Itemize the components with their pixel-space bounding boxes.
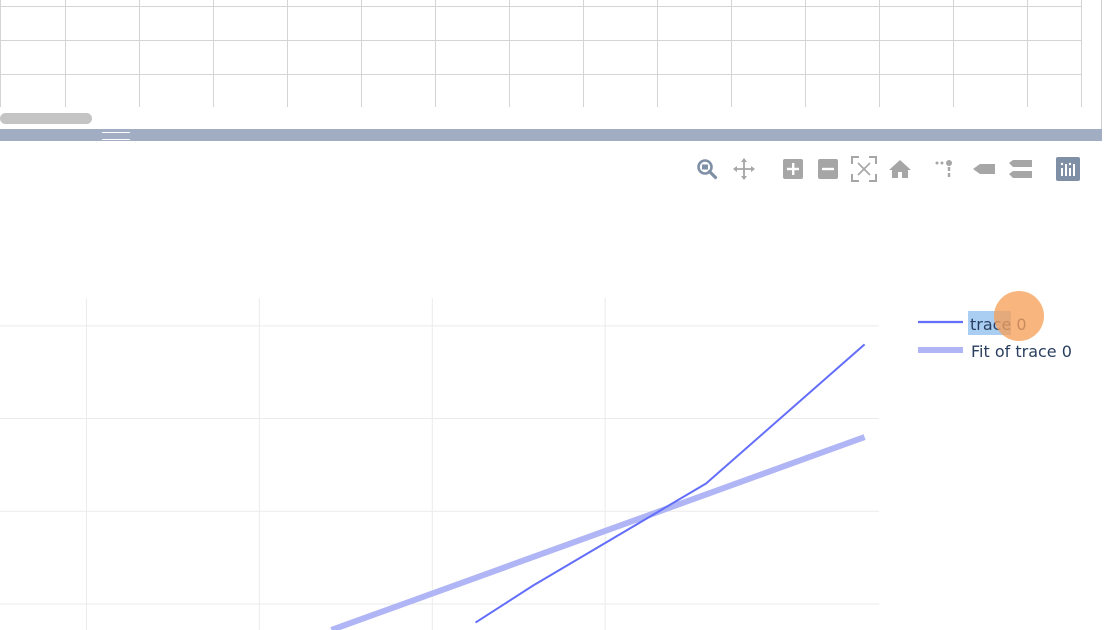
chart-series <box>330 343 866 630</box>
chart: trace 0 Fit of trace 0 <box>0 298 1072 630</box>
chart-gridlines <box>0 298 879 630</box>
legend-label-fit-of-trace-0[interactable]: Fit of trace 0 <box>971 342 1072 361</box>
legend-item-fit-of-trace-0[interactable]: Fit of trace 0 <box>918 342 1072 361</box>
legend-label-trace-0[interactable]: trace 0 <box>970 315 1027 334</box>
legend: trace 0 Fit of trace 0 <box>918 311 1072 361</box>
fit-of-trace-0-line[interactable] <box>330 434 866 630</box>
trace-0-line[interactable] <box>474 343 866 624</box>
legend-item-trace-0[interactable]: trace 0 <box>918 315 1027 334</box>
